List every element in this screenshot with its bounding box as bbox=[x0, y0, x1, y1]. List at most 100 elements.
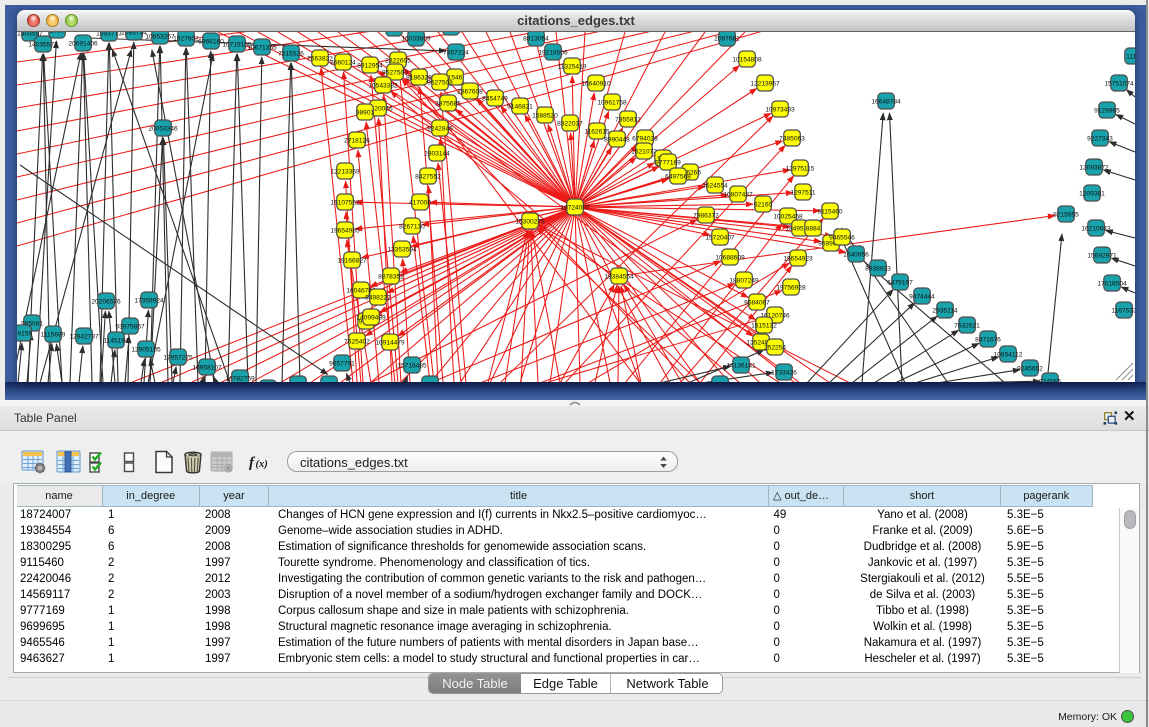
svg-text:19166827: 19166827 bbox=[337, 257, 367, 264]
svg-text:16033809: 16033809 bbox=[401, 35, 431, 42]
svg-text:16640910: 16640910 bbox=[581, 80, 611, 87]
svg-text:10973493: 10973493 bbox=[765, 106, 795, 113]
svg-text:7986372: 7986372 bbox=[693, 212, 719, 219]
svg-text:15751074: 15751074 bbox=[1104, 80, 1134, 87]
svg-text:2087682: 2087682 bbox=[714, 35, 740, 42]
svg-text:8471676: 8471676 bbox=[975, 336, 1001, 343]
svg-text:39159: 39159 bbox=[17, 330, 32, 337]
svg-text:10688609: 10688609 bbox=[715, 254, 745, 261]
svg-text:8267130: 8267130 bbox=[399, 223, 425, 230]
svg-text:14136141: 14136141 bbox=[726, 362, 756, 369]
svg-text:8215955: 8215955 bbox=[1053, 211, 1079, 218]
svg-text:7625402: 7625402 bbox=[344, 338, 370, 345]
svg-text:8322037: 8322037 bbox=[557, 120, 583, 127]
svg-text:14035572: 14035572 bbox=[28, 41, 58, 48]
svg-text:13353594: 13353594 bbox=[387, 246, 417, 253]
svg-text:19654923: 19654923 bbox=[783, 255, 813, 262]
svg-text:98901: 98901 bbox=[356, 109, 375, 116]
svg-text:1640956: 1640956 bbox=[843, 251, 869, 258]
svg-text:19756928: 19756928 bbox=[776, 284, 806, 291]
svg-text:1162615: 1162615 bbox=[584, 128, 610, 135]
svg-text:20691406: 20691406 bbox=[68, 40, 98, 47]
svg-text:20053346: 20053346 bbox=[148, 125, 178, 132]
svg-text:9242845: 9242845 bbox=[427, 125, 453, 132]
svg-text:1145194: 1145194 bbox=[103, 337, 129, 344]
svg-text:16210643: 16210643 bbox=[1081, 225, 1111, 232]
svg-text:2935114: 2935114 bbox=[932, 307, 958, 314]
svg-text:8813054: 8813054 bbox=[523, 35, 549, 42]
svg-text:9527508: 9527508 bbox=[427, 79, 453, 86]
svg-text:956: 956 bbox=[424, 381, 435, 382]
svg-text:9465546: 9465546 bbox=[829, 234, 855, 241]
svg-text:1167533: 1167533 bbox=[1111, 307, 1135, 314]
svg-text:16782759: 16782759 bbox=[225, 375, 255, 382]
svg-text:15692971: 15692971 bbox=[1087, 252, 1117, 259]
svg-text:11325419: 11325419 bbox=[558, 63, 587, 70]
svg-text:10654112: 10654112 bbox=[994, 351, 1023, 358]
svg-text:9115460: 9115460 bbox=[817, 208, 843, 215]
svg-text:1297511: 1297511 bbox=[790, 189, 816, 196]
svg-text:17016504: 17016504 bbox=[1097, 280, 1127, 287]
svg-text:8884: 8884 bbox=[806, 225, 821, 232]
svg-text:9527500: 9527500 bbox=[382, 69, 408, 76]
svg-text:417006: 417006 bbox=[409, 199, 431, 206]
svg-text:16914479: 16914479 bbox=[375, 339, 405, 346]
svg-text:16107552: 16107552 bbox=[330, 199, 360, 206]
svg-text:252254: 252254 bbox=[764, 344, 786, 351]
svg-text:12975115: 12975115 bbox=[786, 165, 815, 172]
svg-text:10543382: 10543382 bbox=[368, 82, 398, 89]
svg-text:20206576: 20206576 bbox=[91, 298, 121, 305]
svg-text:7955812: 7955812 bbox=[615, 116, 641, 123]
svg-text:18724007: 18724007 bbox=[560, 204, 590, 211]
svg-text:1527602: 1527602 bbox=[173, 35, 199, 42]
svg-text:10154808: 10154808 bbox=[732, 56, 762, 63]
svg-text:8454749: 8454749 bbox=[482, 95, 508, 102]
svg-text:7515526: 7515526 bbox=[278, 50, 304, 57]
svg-text:3624554: 3624554 bbox=[702, 182, 728, 189]
svg-text:1588520: 1588520 bbox=[532, 112, 558, 119]
svg-text:10807487: 10807487 bbox=[723, 191, 753, 198]
svg-text:62160: 62160 bbox=[754, 201, 773, 208]
svg-text:1093734: 1093734 bbox=[121, 32, 147, 36]
svg-text:10958107: 10958107 bbox=[192, 364, 222, 371]
svg-text:2867608: 2867608 bbox=[457, 88, 483, 95]
svg-text:6497568: 6497568 bbox=[665, 173, 691, 180]
svg-text:17359924: 17359924 bbox=[134, 297, 164, 304]
svg-text:19654985: 19654985 bbox=[330, 227, 360, 234]
svg-text:1115689: 1115689 bbox=[41, 331, 66, 338]
svg-text:19384554: 19384554 bbox=[604, 273, 634, 280]
svg-text:9560: 9560 bbox=[322, 381, 337, 382]
svg-text:9498222: 9498222 bbox=[365, 294, 391, 301]
svg-text:15300275: 15300275 bbox=[515, 218, 545, 225]
svg-text:1209381: 1209381 bbox=[1079, 190, 1105, 197]
svg-text:9657791: 9657791 bbox=[329, 360, 355, 367]
svg-text:955: 955 bbox=[292, 381, 303, 382]
svg-text:14099489: 14099489 bbox=[356, 314, 386, 321]
svg-text:10671355: 10671355 bbox=[247, 44, 277, 51]
svg-text:16648784: 16648784 bbox=[871, 98, 901, 105]
svg-text:95: 95 bbox=[716, 381, 724, 382]
svg-text:8990448: 8990448 bbox=[604, 136, 630, 143]
svg-text:12093872: 12093872 bbox=[1079, 164, 1109, 171]
svg-text:12213369: 12213369 bbox=[330, 168, 360, 175]
svg-text:12905185: 12905185 bbox=[131, 346, 161, 353]
svg-text:3875685: 3875685 bbox=[435, 100, 461, 107]
svg-text:15716485: 15716485 bbox=[397, 362, 427, 369]
svg-text:2069: 2069 bbox=[50, 32, 65, 34]
svg-text:8660124: 8660124 bbox=[330, 59, 356, 66]
svg-text:2803144: 2803144 bbox=[424, 150, 450, 157]
svg-text:7357224: 7357224 bbox=[443, 49, 469, 56]
svg-text:10961758: 10961758 bbox=[597, 99, 627, 106]
svg-text:2322605: 2322605 bbox=[385, 57, 411, 64]
svg-text:9245652: 9245652 bbox=[1017, 365, 1043, 372]
svg-text:19218506: 19218506 bbox=[538, 49, 568, 56]
svg-text:18807249: 18807249 bbox=[729, 277, 759, 284]
svg-text:12213967: 12213967 bbox=[750, 80, 780, 87]
svg-text:8912954: 8912954 bbox=[357, 62, 383, 69]
svg-text:8427552: 8427552 bbox=[415, 173, 441, 180]
svg-text:12942737: 12942737 bbox=[69, 333, 99, 340]
svg-text:9684067: 9684067 bbox=[744, 299, 770, 306]
svg-text:(x): (x) bbox=[256, 459, 268, 470]
svg-text:9146821: 9146821 bbox=[507, 103, 533, 110]
svg-text:6794028: 6794028 bbox=[632, 135, 658, 142]
